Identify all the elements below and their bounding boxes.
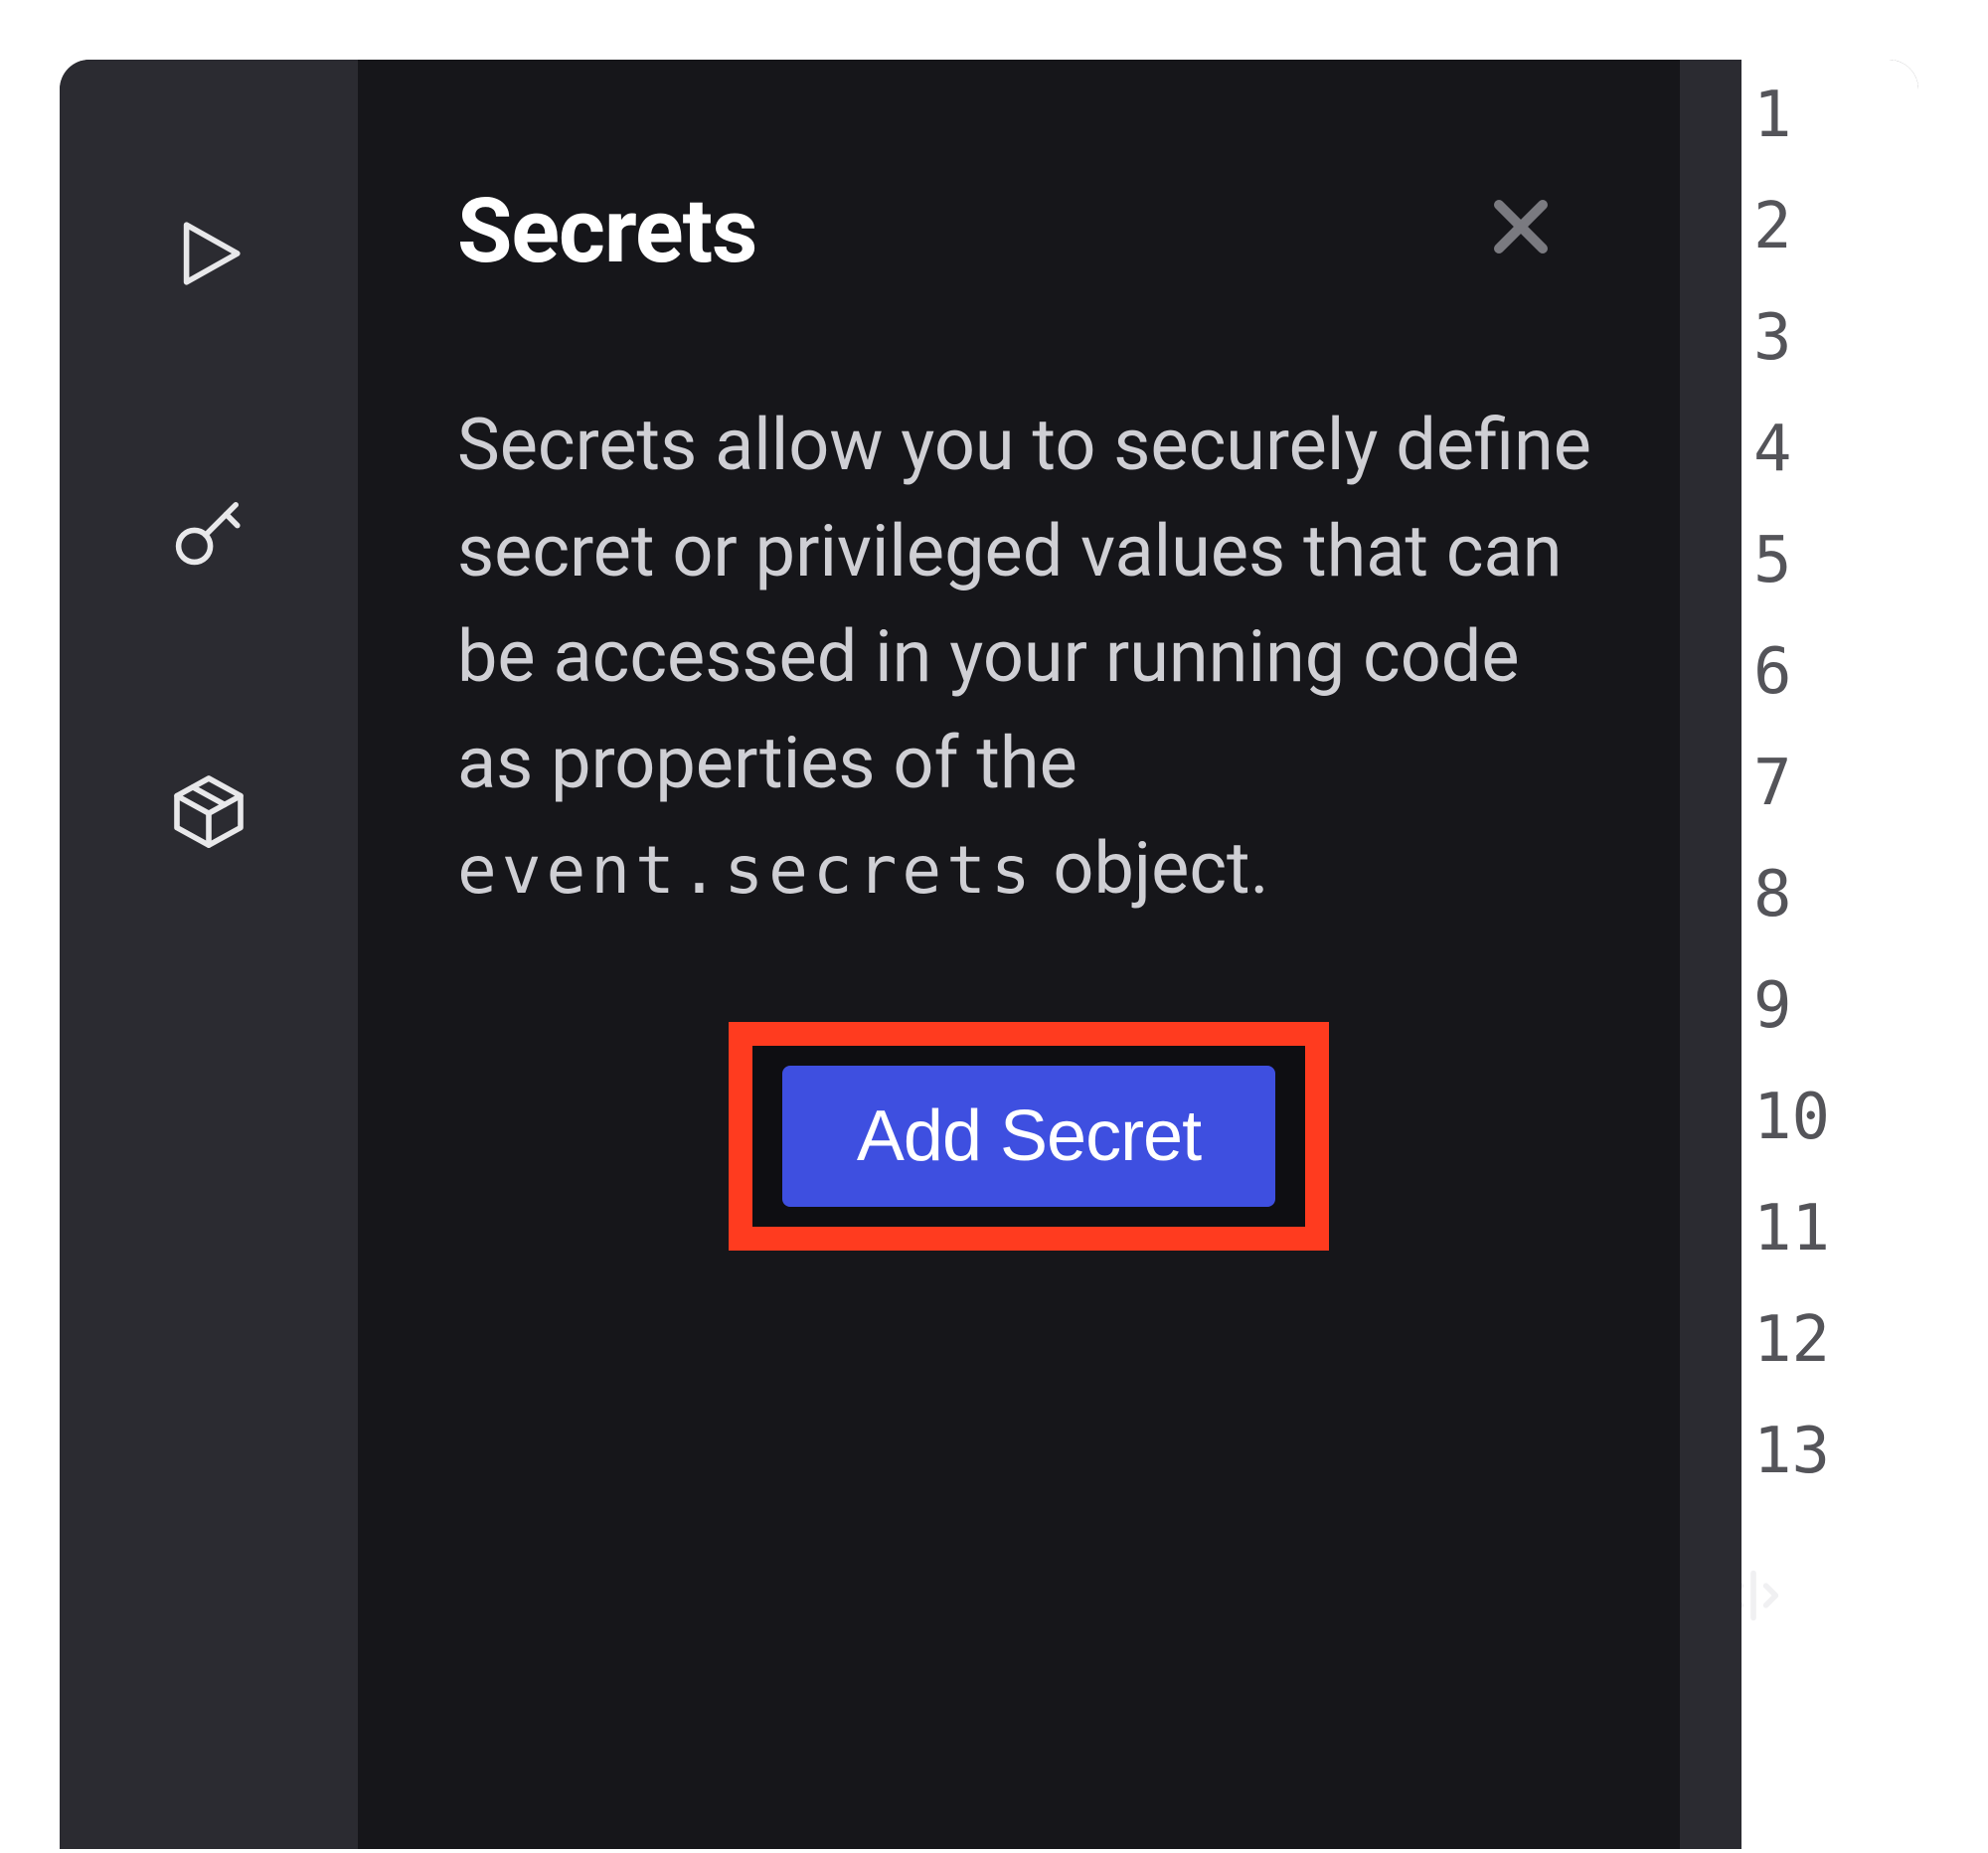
line-number: 5: [1747, 505, 1847, 616]
play-icon[interactable]: [154, 199, 263, 308]
line-number: 4: [1747, 394, 1847, 505]
line-number: 8: [1747, 839, 1847, 950]
line-number: 3: [1747, 282, 1847, 394]
nav-rail: [60, 60, 358, 1849]
line-number: 10: [1747, 1062, 1847, 1173]
app-frame: Secrets Secrets allow you to securely de…: [60, 60, 1918, 1849]
close-button[interactable]: [1491, 197, 1551, 260]
secrets-panel: Secrets Secrets allow you to securely de…: [358, 60, 1680, 1849]
package-icon[interactable]: [154, 756, 263, 865]
key-icon[interactable]: [154, 477, 263, 587]
desc-text-tail: object.: [1036, 826, 1269, 911]
desc-text: Secrets allow you to securely define sec…: [457, 403, 1591, 805]
line-number: 1: [1747, 60, 1847, 171]
line-number-gutter: 12345678910111213: [1747, 60, 1847, 1507]
add-secret-button[interactable]: Add Secret: [782, 1066, 1275, 1207]
line-number: 6: [1747, 616, 1847, 728]
line-number: 9: [1747, 950, 1847, 1062]
panel-description: Secrets allow you to securely define sec…: [457, 393, 1600, 923]
panel-gap: [1680, 60, 1741, 1849]
panel-title: Secrets: [457, 179, 756, 283]
editor-strip: 12345678910111213: [1741, 60, 1918, 1849]
desc-code: event.secrets: [457, 832, 1036, 909]
button-highlight-box: Add Secret: [729, 1022, 1329, 1251]
panel-header: Secrets: [457, 179, 1600, 283]
line-number: 2: [1747, 171, 1847, 282]
line-number: 12: [1747, 1284, 1847, 1396]
line-number: 13: [1747, 1396, 1847, 1507]
line-number: 7: [1747, 728, 1847, 839]
column-resize-handle[interactable]: [1741, 1556, 1793, 1635]
line-number: 11: [1747, 1173, 1847, 1284]
